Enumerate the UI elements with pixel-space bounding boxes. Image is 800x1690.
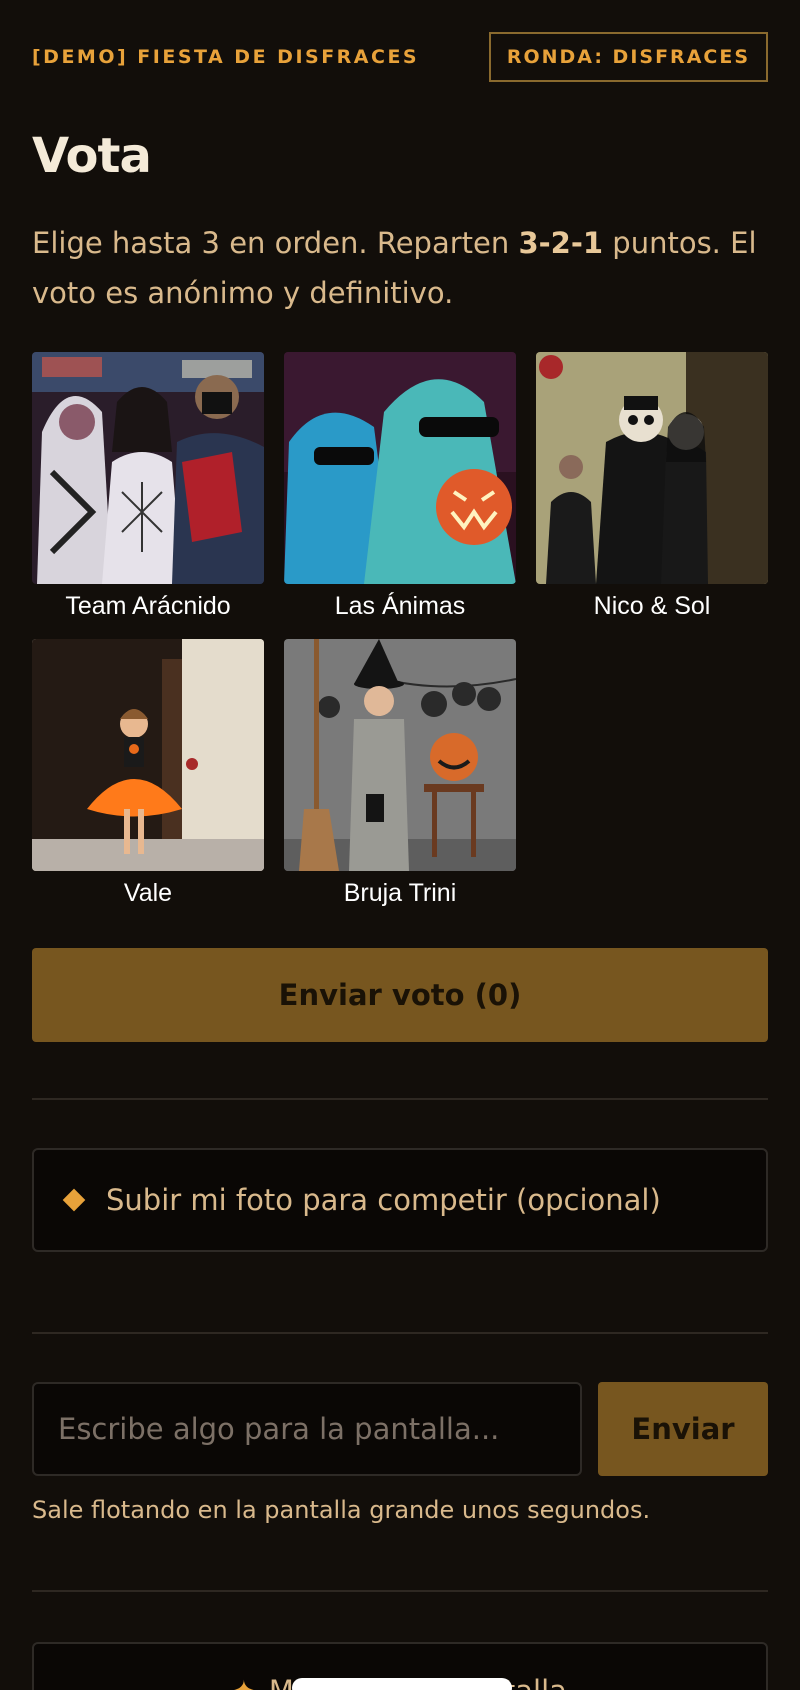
message-helper-text: Sale flotando en la pantalla grande unos… xyxy=(32,1496,651,1524)
message-input[interactable] xyxy=(32,1382,582,1476)
contestant-grid: Team Arácnido Las Ánimas Nico & Sol Vale… xyxy=(32,352,768,908)
contestant-name: Nico & Sol xyxy=(593,592,711,620)
home-indicator xyxy=(292,1678,512,1690)
send-message-button[interactable]: Enviar xyxy=(598,1382,768,1476)
contestant-photo[interactable] xyxy=(32,639,264,871)
contestant-photo[interactable] xyxy=(32,352,264,584)
costume-photo-image xyxy=(32,352,264,584)
contestant-name: Bruja Trini xyxy=(343,879,457,907)
contestant-photo[interactable] xyxy=(284,352,516,584)
upload-label: Subir mi foto para competir (opcional) xyxy=(106,1183,661,1217)
upload-photo-toggle[interactable]: Subir mi foto para competir (opcional) xyxy=(32,1148,768,1252)
contestant-photo[interactable] xyxy=(284,639,516,871)
sparkle-icon: ✦ xyxy=(233,1676,255,1690)
contestant-name: Vale xyxy=(123,879,173,907)
diamond-icon xyxy=(62,1188,86,1212)
costume-photo-image xyxy=(32,639,264,871)
contestant-name: Team Arácnido xyxy=(65,592,231,620)
round-badge: RONDA: DISFRACES xyxy=(488,32,768,82)
divider xyxy=(32,1098,768,1100)
instructions-text: Elige hasta 3 en orden. Reparten xyxy=(32,226,519,260)
top-bar: [DEMO] FIESTA DE DISFRACES RONDA: DISFRA… xyxy=(32,32,768,82)
contestant-card[interactable]: Las Ánimas xyxy=(284,352,516,621)
submit-vote-button[interactable]: Enviar voto (0) xyxy=(32,948,768,1042)
contestant-card[interactable]: Vale xyxy=(32,639,264,908)
divider xyxy=(32,1590,768,1592)
contestant-name: Las Ánimas xyxy=(334,592,466,620)
vote-instructions: Elige hasta 3 en orden. Reparten 3-2-1 p… xyxy=(32,218,768,318)
costume-photo-image xyxy=(284,639,516,871)
points-scheme: 3-2-1 xyxy=(518,226,604,260)
costume-photo-image xyxy=(284,352,516,584)
contestant-card[interactable]: Team Arácnido xyxy=(32,352,264,621)
costume-photo-image xyxy=(536,352,768,584)
divider xyxy=(32,1332,768,1334)
page-title: Vota xyxy=(32,128,152,184)
contestant-card[interactable]: Bruja Trini xyxy=(284,639,516,908)
event-name: [DEMO] FIESTA DE DISFRACES xyxy=(32,46,420,68)
contestant-card[interactable]: Nico & Sol xyxy=(536,352,768,621)
contestant-photo[interactable] xyxy=(536,352,768,584)
